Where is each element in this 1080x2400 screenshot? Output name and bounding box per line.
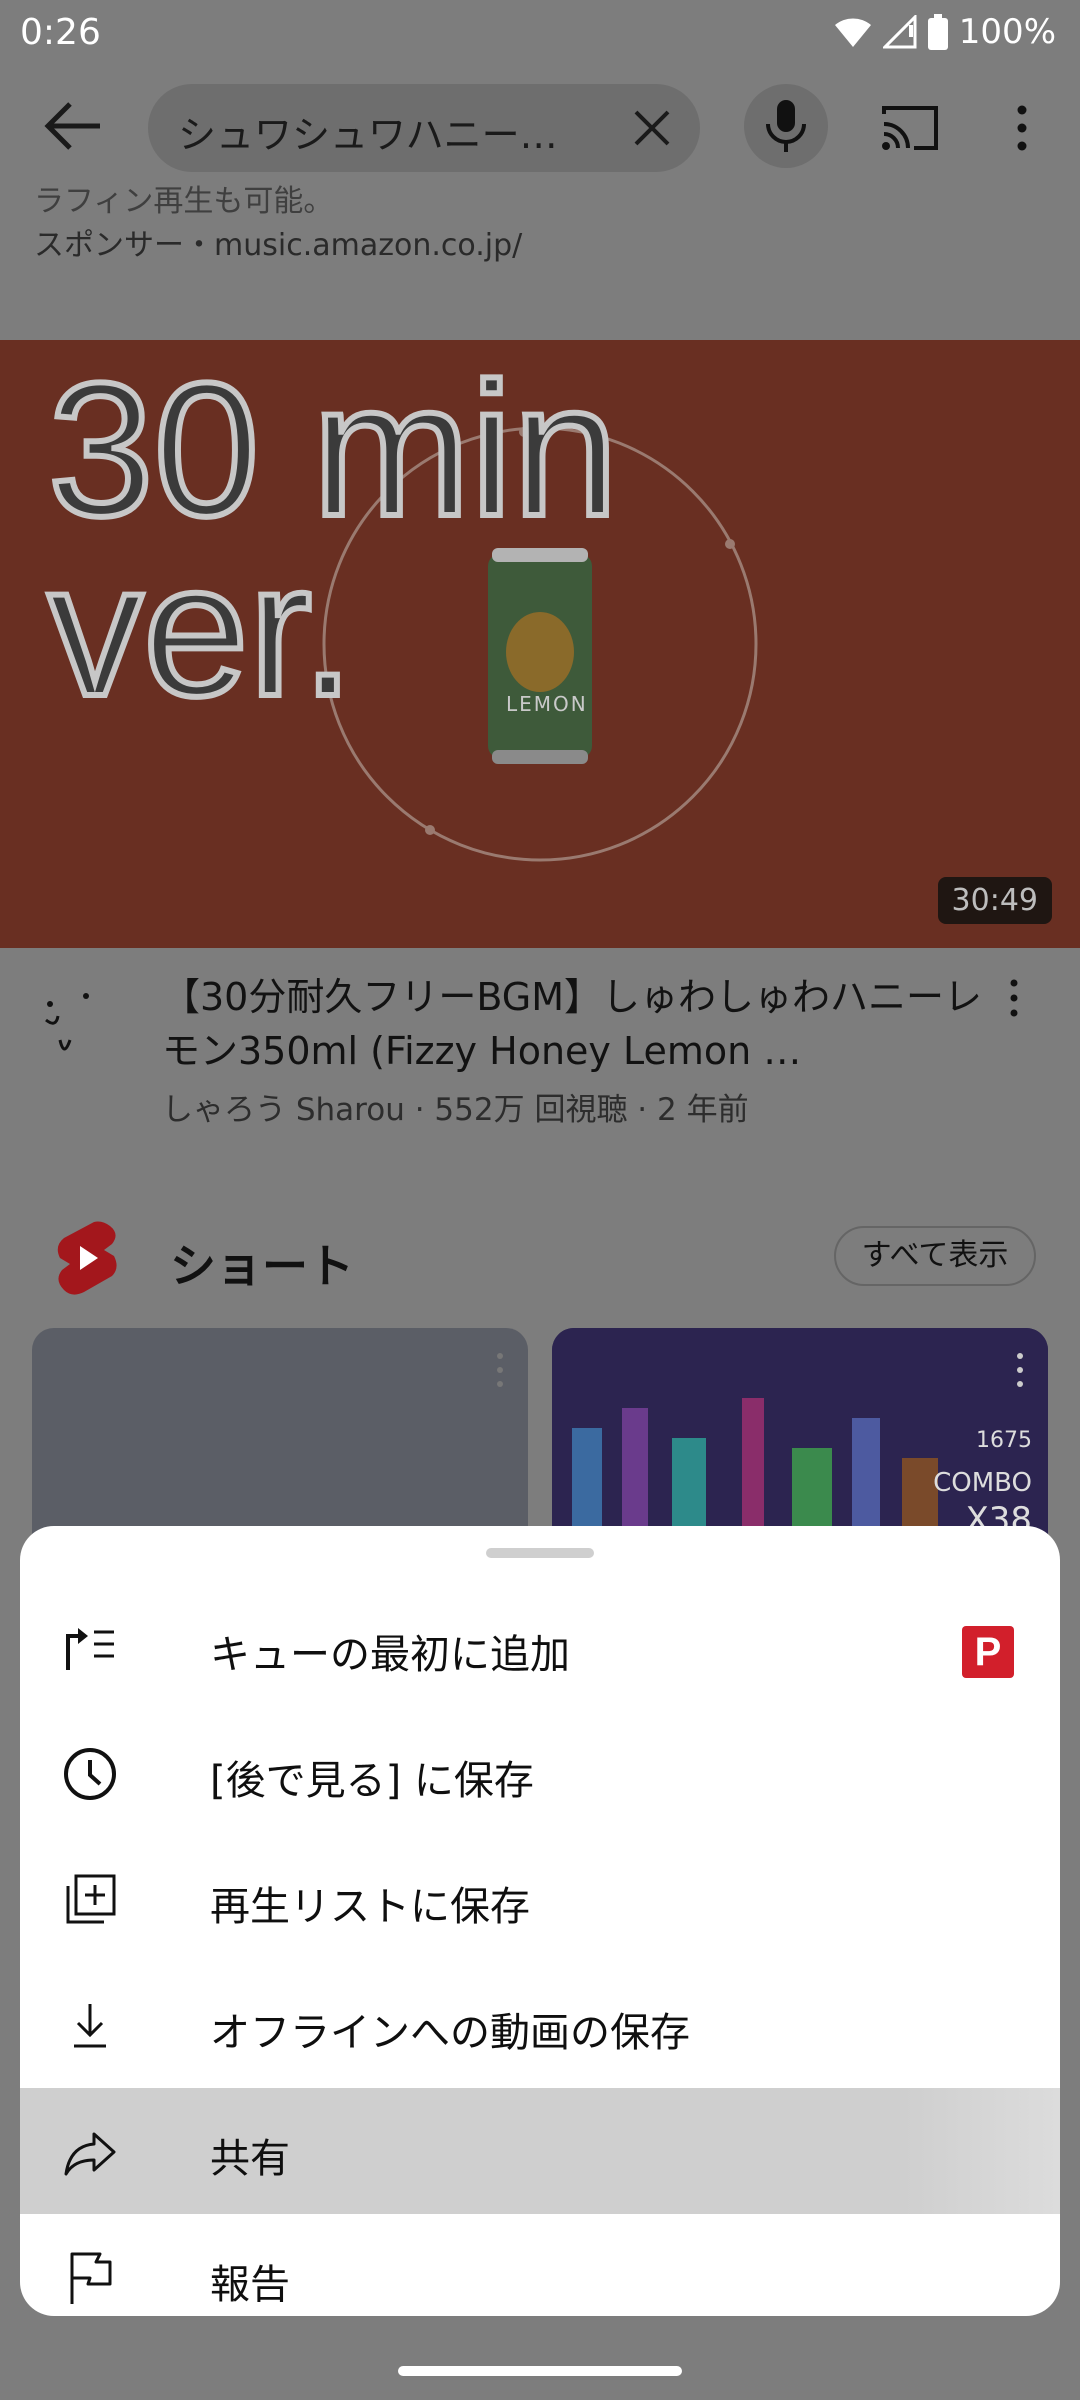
- menu-item-label: 報告: [210, 2262, 290, 2308]
- drag-handle[interactable]: [486, 1548, 594, 1558]
- shorts-title: ショート: [170, 1239, 354, 1293]
- shorts-logo-icon: [57, 1221, 117, 1295]
- short-score: 1675: [976, 1428, 1032, 1453]
- top-app-bar: シュワシュワハニー…: [0, 66, 1080, 184]
- card-more-icon[interactable]: [1014, 1352, 1026, 1388]
- playlist-add-icon: [66, 1874, 116, 1924]
- bottom-nav-obscured: [0, 2316, 1080, 2400]
- battery-percent: 100%: [958, 12, 1056, 52]
- menu-item-label: オフラインへの動画の保存: [210, 2010, 690, 2056]
- clear-icon[interactable]: [626, 102, 678, 154]
- menu-item-share[interactable]: 共有: [20, 2088, 1060, 2214]
- gesture-handle[interactable]: [398, 2366, 682, 2376]
- flag-icon: [70, 2252, 112, 2304]
- search-query[interactable]: シュワシュワハニー…: [178, 104, 598, 159]
- menu-item-save-to-playlist[interactable]: 再生リストに保存: [20, 1836, 1060, 1962]
- status-bar: 0:26 100%: [0, 0, 1080, 66]
- search-box[interactable]: シュワシュワハニー…: [148, 84, 700, 172]
- add-to-queue-icon: [66, 1628, 114, 1670]
- video-meta: しゃろう Sharou · 552万 回視聴 · 2 年前: [162, 1092, 749, 1128]
- menu-item-label: 再生リストに保存: [210, 1884, 530, 1930]
- status-icons: 100%: [833, 12, 1056, 52]
- ad-info[interactable]: ラフィン再生も可能。 スポンサー・music.amazon.co.jp/: [0, 184, 1080, 340]
- menu-item-report[interactable]: 報告: [20, 2214, 1060, 2316]
- duration-badge: 30:49: [937, 877, 1052, 924]
- menu-item-label: [後で見る] に保存: [210, 1758, 534, 1804]
- menu-item-download[interactable]: オフラインへの動画の保存: [20, 1962, 1060, 2088]
- view-all-button[interactable]: すべて表示: [834, 1226, 1036, 1286]
- premium-badge-icon: P: [962, 1626, 1014, 1678]
- video-info[interactable]: 【30分耐久フリーBGM】しゅわしゅわハニーレモン350ml (Fizzy Ho…: [0, 948, 1080, 1148]
- card-more-icon[interactable]: [494, 1352, 506, 1388]
- back-arrow-icon[interactable]: [40, 96, 108, 156]
- ad-sponsor: スポンサー・music.amazon.co.jp/: [34, 228, 523, 263]
- share-icon: [64, 2132, 116, 2176]
- can-label: LEMON: [506, 692, 588, 716]
- menu-item-watch-later[interactable]: [後で見る] に保存: [20, 1710, 1060, 1836]
- video-title[interactable]: 【30分耐久フリーBGM】しゅわしゅわハニーレモン350ml (Fizzy Ho…: [162, 970, 982, 1078]
- short-combo: COMBO: [933, 1468, 1032, 1498]
- menu-item-label: キューの最初に追加: [210, 1632, 570, 1678]
- cast-icon[interactable]: [878, 102, 942, 154]
- ad-text: ラフィン再生も可能。: [34, 184, 334, 219]
- menu-item-add-to-queue[interactable]: キューの最初に追加 P: [20, 1584, 1060, 1710]
- clock-icon: [64, 1748, 116, 1800]
- channel-avatar[interactable]: [36, 988, 112, 1064]
- download-icon: [74, 2004, 106, 2048]
- action-bottom-sheet: キューの最初に追加 P [後で見る] に保存 再生リストに保存 オフラインへの動…: [20, 1526, 1060, 2316]
- mic-icon: [766, 100, 806, 152]
- video-thumbnail[interactable]: 30 min ver. LEMON 30:49: [0, 340, 1080, 948]
- status-time: 0:26: [20, 12, 101, 53]
- menu-item-label: 共有: [210, 2136, 290, 2182]
- thumbnail-title: 30 min ver.: [45, 344, 621, 728]
- voice-search-button[interactable]: [744, 84, 828, 168]
- video-more-icon[interactable]: [1004, 978, 1024, 1018]
- wifi-icon: [834, 18, 871, 47]
- more-vert-icon[interactable]: [1000, 102, 1044, 154]
- signal-icon: [882, 15, 917, 49]
- battery-icon: [927, 14, 948, 50]
- thumbnail-line-1: 30 min: [45, 344, 621, 556]
